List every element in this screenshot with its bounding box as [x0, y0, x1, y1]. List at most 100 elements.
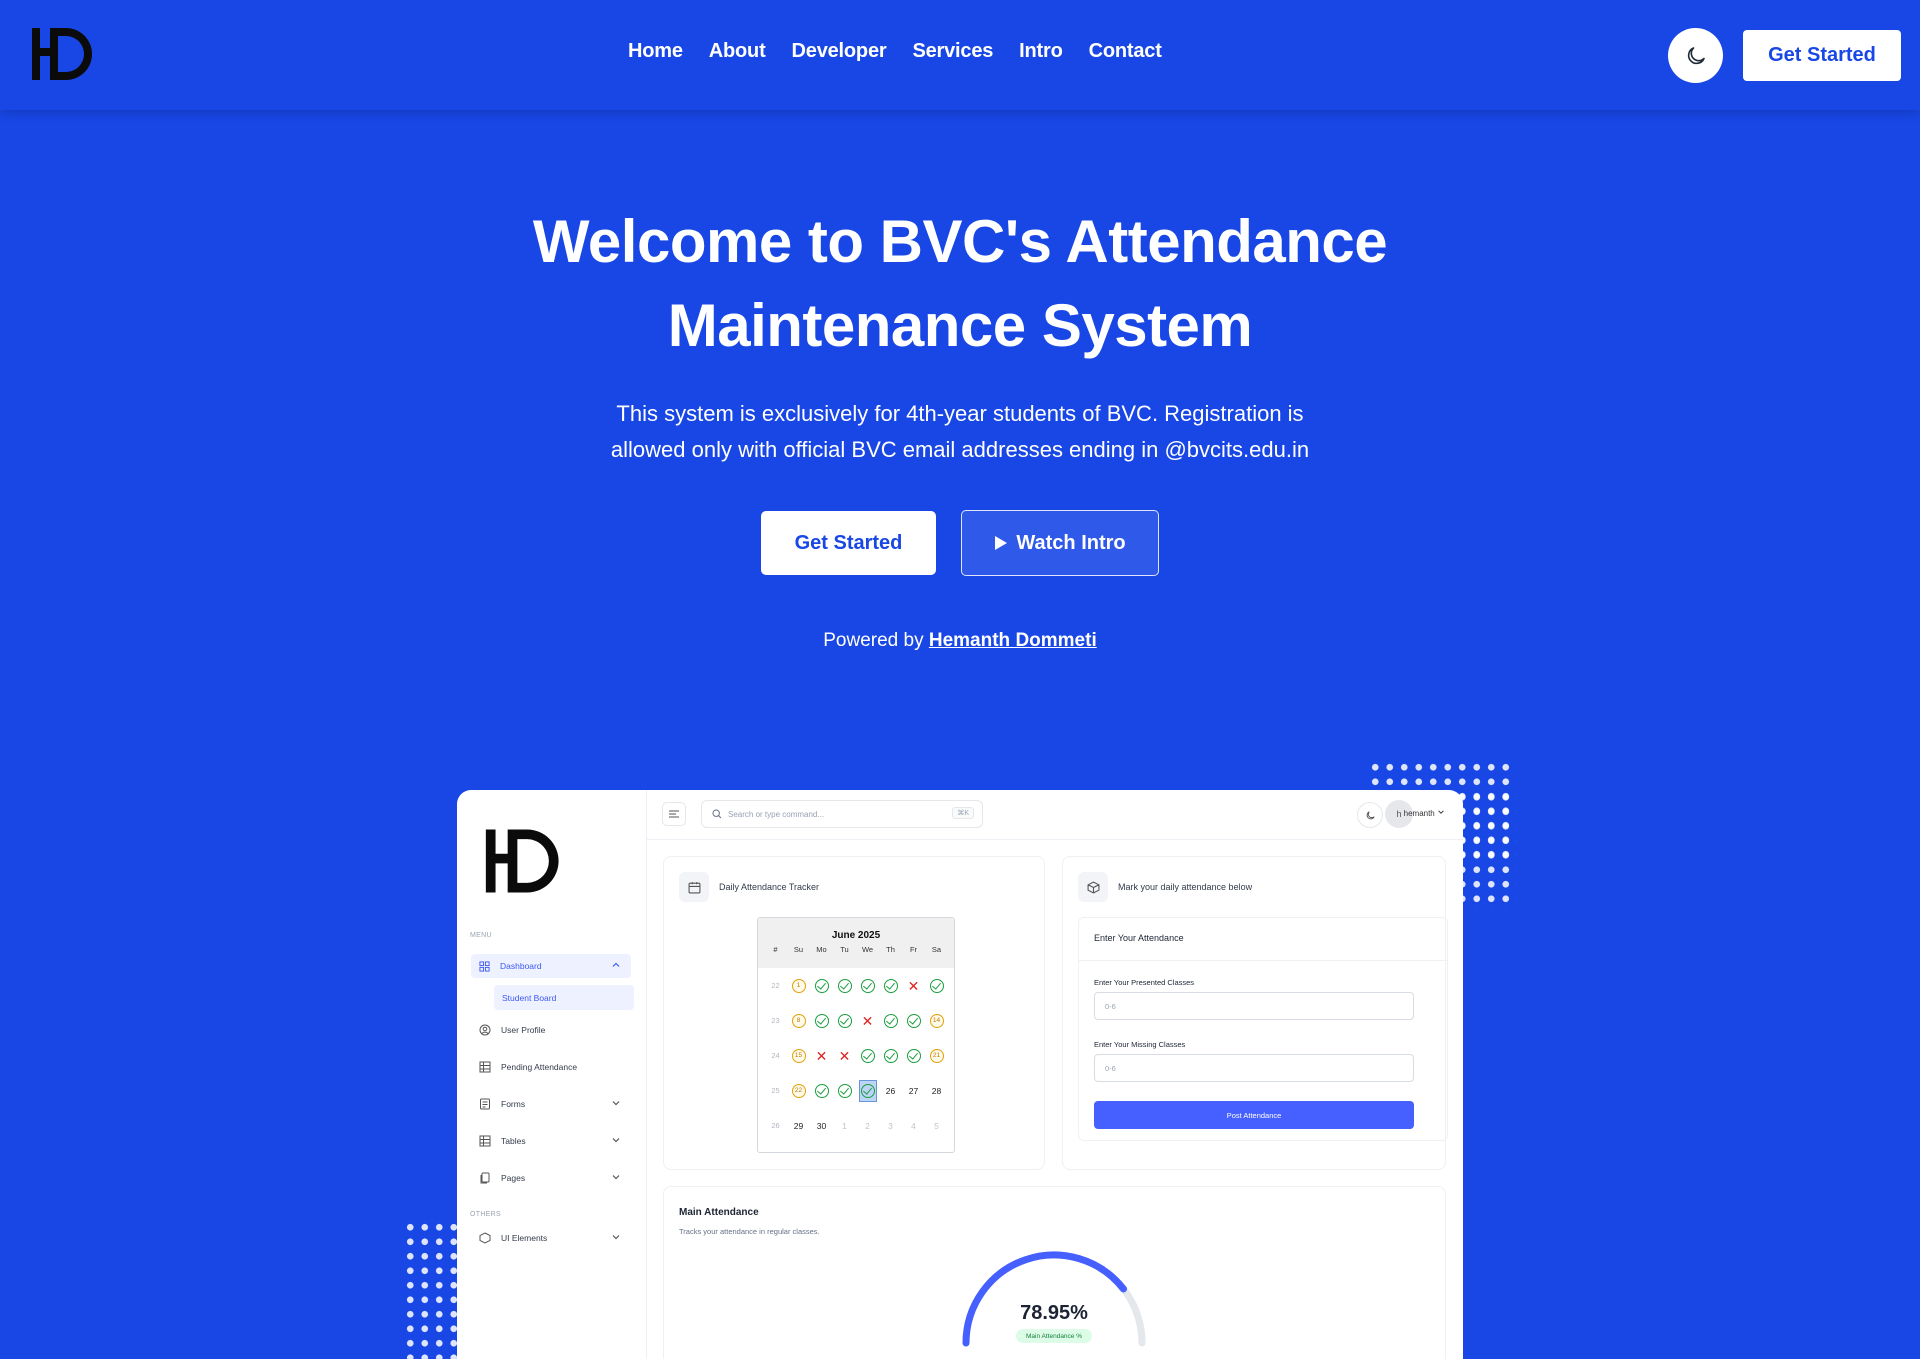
calendar-day[interactable]: 4 [902, 1108, 925, 1143]
presented-placeholder: 0-6 [1105, 1001, 1116, 1011]
present-check-icon [814, 1083, 829, 1098]
missing-classes-input[interactable]: 0-6 [1094, 1054, 1414, 1082]
nav-get-started-button[interactable]: Get Started [1743, 30, 1901, 81]
calendar-day[interactable] [810, 1003, 833, 1038]
chevron-down-icon [612, 1235, 620, 1240]
calendar-day[interactable] [902, 1003, 925, 1038]
calendar-day[interactable]: ✕ [856, 1003, 879, 1038]
hero-desc-line-2: allowed only with official BVC email add… [610, 437, 1310, 462]
calendar-day[interactable] [833, 1003, 856, 1038]
calendar-day[interactable]: 14 [925, 1003, 948, 1038]
present-check-icon [906, 1048, 921, 1063]
calendar-day[interactable]: 22 [787, 1073, 810, 1108]
calendar-day[interactable]: 1 [833, 1108, 856, 1143]
nav-link-contact[interactable]: Contact [1089, 40, 1162, 63]
chevron-up-icon [612, 962, 620, 967]
calendar-day[interactable]: 26 [879, 1073, 902, 1108]
sidebar-item-dashboard[interactable]: Dashboard [471, 954, 631, 978]
calendar-day[interactable] [833, 968, 856, 1003]
user-menu[interactable]: hemanth [1404, 808, 1445, 818]
day-number: 1 [842, 1120, 847, 1131]
calendar-day[interactable]: ✕ [810, 1038, 833, 1073]
nav-link-about[interactable]: About [709, 40, 766, 63]
nav-link-home[interactable]: Home [628, 40, 683, 63]
calendar-day[interactable]: 30 [810, 1108, 833, 1143]
pages-icon [480, 1172, 490, 1184]
calendar-day[interactable] [810, 1073, 833, 1108]
present-check-icon [837, 1083, 852, 1098]
calendar-day[interactable] [879, 968, 902, 1003]
hd-logo[interactable] [28, 26, 94, 82]
day-number: 3 [888, 1120, 893, 1131]
form-title: Enter Your Attendance [1094, 933, 1184, 943]
calendar-day[interactable] [856, 968, 879, 1003]
developer-link[interactable]: Hemanth Dommeti [929, 630, 1097, 651]
missing-placeholder: 0-6 [1105, 1063, 1116, 1073]
sidebar-item-tables[interactable]: Tables [471, 1129, 631, 1153]
theme-toggle-button[interactable] [1668, 28, 1723, 83]
calendar-day[interactable] [810, 968, 833, 1003]
calendar-day[interactable]: 27 [902, 1073, 925, 1108]
attendance-calendar: June 2025 # Su Mo Tu We Th Fr Sa 22 1 ✕ 23 8 ✕ 14 24 15… [757, 917, 955, 1153]
grid-icon [479, 960, 490, 972]
calendar-weekday: Sa [931, 945, 942, 954]
tracker-card: Daily Attendance Tracker June 2025 # Su Mo… [663, 856, 1045, 1170]
calendar-day[interactable] [833, 1073, 856, 1108]
sidebar-item-pages[interactable]: Pages [471, 1166, 631, 1190]
holiday-marker: 8 [791, 1013, 806, 1028]
sidebar-item-label: User Profile [501, 1025, 546, 1035]
watch-intro-button[interactable]: Watch Intro [961, 510, 1159, 576]
week-number: 24 [771, 1051, 780, 1060]
present-check-icon [883, 1048, 898, 1063]
nav-link-services[interactable]: Services [912, 40, 993, 63]
sidebar-item-ui-elements[interactable]: UI Elements [471, 1226, 631, 1250]
preview-theme-toggle[interactable] [1357, 802, 1383, 828]
nav-link-developer[interactable]: Developer [792, 40, 887, 63]
calendar-day[interactable]: ✕ [833, 1038, 856, 1073]
calendar-day[interactable]: 3 [879, 1108, 902, 1143]
holiday-marker: 15 [791, 1048, 806, 1063]
calendar-day[interactable]: 21 [925, 1038, 948, 1073]
search-box[interactable]: Search or type command... ⌘K [701, 800, 983, 828]
presented-label: Enter Your Presented Classes [1094, 978, 1195, 987]
calendar-day[interactable]: 1 [787, 968, 810, 1003]
holiday-marker: 22 [791, 1083, 806, 1098]
form-divider [1079, 960, 1447, 961]
username: hemanth [1403, 809, 1435, 818]
calendar-day[interactable]: 15 [787, 1038, 810, 1073]
calendar-day[interactable] [879, 1038, 902, 1073]
presented-classes-input[interactable]: 0-6 [1094, 992, 1414, 1020]
calendar-day[interactable] [902, 1038, 925, 1073]
preview-hd-logo [485, 829, 559, 893]
calendar-day[interactable]: ✕ [902, 968, 925, 1003]
main-attendance-subtitle: Tracks your attendance in regular classe… [679, 1227, 820, 1236]
calendar-day[interactable]: 29 [787, 1108, 810, 1143]
cube-icon-box [1078, 872, 1108, 902]
calendar-day[interactable] [856, 1038, 879, 1073]
present-check-icon [814, 978, 829, 993]
sidebar-item-pending-attendance[interactable]: Pending Attendance [471, 1055, 631, 1079]
calendar-day[interactable]: 28 [925, 1073, 948, 1108]
tracker-title: Daily Attendance Tracker [719, 882, 820, 892]
calendar-day[interactable] [856, 1073, 879, 1108]
absent-x-icon: ✕ [907, 977, 920, 994]
calendar-day[interactable]: 8 [787, 1003, 810, 1038]
calendar-weekday: Tu [840, 945, 849, 954]
calendar-day[interactable]: 2 [856, 1108, 879, 1143]
calendar-day[interactable]: 5 [925, 1108, 948, 1143]
nav-link-intro[interactable]: Intro [1019, 40, 1063, 63]
user-circle-icon [479, 1024, 491, 1036]
sidebar-item-forms[interactable]: Forms [471, 1092, 631, 1116]
hero-get-started-button[interactable]: Get Started [761, 511, 936, 575]
week-number: 22 [771, 981, 780, 990]
post-attendance-button[interactable]: Post Attendance [1094, 1101, 1414, 1129]
nav-links: Home About Developer Services Intro Cont… [628, 40, 1162, 63]
calendar-day[interactable] [879, 1003, 902, 1038]
preview-sidebar: MENU Dashboard Student Board User Profil… [457, 790, 647, 1359]
sidebar-item-user-profile[interactable]: User Profile [471, 1018, 631, 1042]
powered-by: Powered by Hemanth Dommeti [660, 630, 1260, 652]
calendar-day[interactable] [925, 968, 948, 1003]
sidebar-item-label: Pages [501, 1173, 526, 1183]
sidebar-subitem-student-board[interactable]: Student Board [494, 985, 634, 1010]
sidebar-toggle-button[interactable] [662, 802, 686, 826]
